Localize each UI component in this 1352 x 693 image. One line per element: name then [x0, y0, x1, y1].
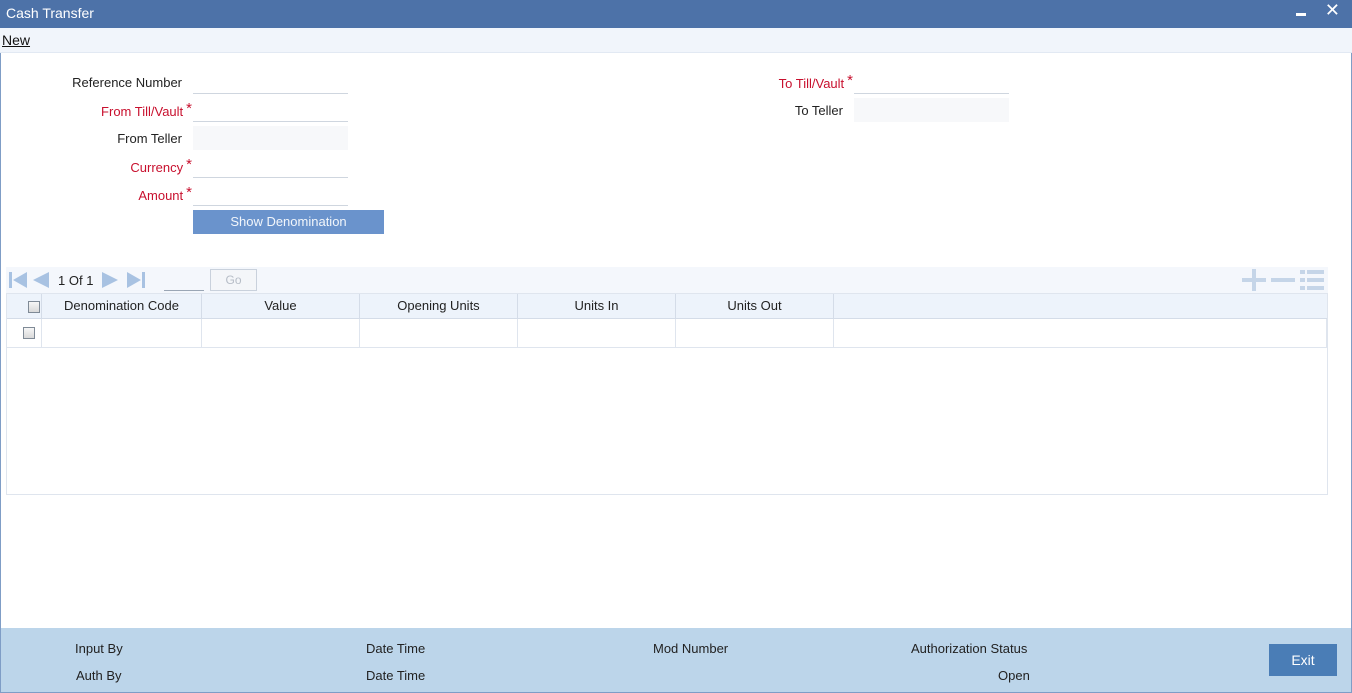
to-till-label: To Till/Vault *	[778, 72, 853, 91]
to-teller-field	[854, 98, 1009, 122]
col-units-in[interactable]: Units In	[518, 294, 676, 319]
cell-filler	[834, 319, 1327, 348]
window-title: Cash Transfer	[6, 5, 94, 21]
from-till-label: From Till/Vault *	[101, 100, 192, 119]
delete-row-icon[interactable]	[1271, 278, 1295, 282]
page-number-input[interactable]	[164, 269, 204, 291]
from-teller-field	[193, 126, 348, 150]
cell-units-out[interactable]	[676, 319, 834, 348]
to-till-field[interactable]	[854, 70, 1009, 94]
select-all-cell	[7, 294, 42, 319]
cell-units-in[interactable]	[518, 319, 676, 348]
window-titlebar: Cash Transfer ✕	[0, 0, 1352, 28]
currency-label: Currency *	[130, 156, 192, 175]
amount-field[interactable]	[193, 182, 348, 206]
pager-status: 1 Of 1	[58, 273, 94, 288]
grid-pager-bar: 1 Of 1 Go	[6, 267, 1328, 293]
select-all-checkbox[interactable]	[28, 301, 40, 313]
mod-number-label: Mod Number	[653, 641, 729, 656]
show-denomination-button[interactable]: Show Denomination	[193, 210, 384, 234]
input-by-label: Input By	[75, 641, 123, 656]
from-till-field[interactable]	[193, 98, 348, 122]
cell-opening-units[interactable]	[360, 319, 518, 348]
first-page-icon[interactable]	[8, 271, 28, 289]
auth-date-time-label: Date Time	[366, 668, 426, 683]
col-value[interactable]: Value	[202, 294, 360, 319]
amount-label: Amount *	[138, 184, 192, 203]
input-date-time-label: Date Time	[366, 641, 426, 656]
add-row-icon[interactable]	[1242, 269, 1266, 291]
currency-field[interactable]	[193, 154, 348, 178]
col-units-out[interactable]: Units Out	[676, 294, 834, 319]
previous-page-icon[interactable]	[30, 271, 50, 289]
table-row[interactable]	[7, 319, 1327, 348]
close-icon[interactable]: ✕	[1325, 1, 1340, 21]
row-checkbox[interactable]	[23, 327, 35, 339]
audit-footer	[1, 628, 1351, 692]
to-teller-label: To Teller	[794, 103, 843, 118]
last-page-icon[interactable]	[126, 271, 148, 289]
exit-button[interactable]: Exit	[1269, 644, 1337, 676]
grid-tools	[1242, 269, 1324, 291]
record-status-value: Open	[998, 668, 1030, 683]
reference-number-label: Reference Number	[72, 75, 182, 90]
reference-number-field[interactable]	[193, 70, 348, 94]
cell-denomination-code[interactable]	[42, 319, 202, 348]
col-opening-units[interactable]: Opening Units	[360, 294, 518, 319]
cell-value[interactable]	[202, 319, 360, 348]
grid-header: Denomination Code Value Opening Units Un…	[7, 294, 1327, 319]
auth-by-label: Auth By	[76, 668, 122, 683]
minimize-icon[interactable]	[1296, 13, 1306, 16]
new-menu-link[interactable]: New	[2, 32, 30, 48]
from-teller-label: From Teller	[117, 131, 182, 146]
menu-bar: New	[0, 28, 1352, 53]
denomination-grid: Denomination Code Value Opening Units Un…	[6, 293, 1328, 495]
single-view-icon[interactable]	[1300, 270, 1324, 290]
col-denomination-code[interactable]: Denomination Code	[42, 294, 202, 319]
go-button[interactable]: Go	[210, 269, 257, 291]
authorization-status-label: Authorization Status	[911, 641, 1028, 656]
row-select-cell	[7, 319, 42, 348]
next-page-icon[interactable]	[101, 271, 121, 289]
